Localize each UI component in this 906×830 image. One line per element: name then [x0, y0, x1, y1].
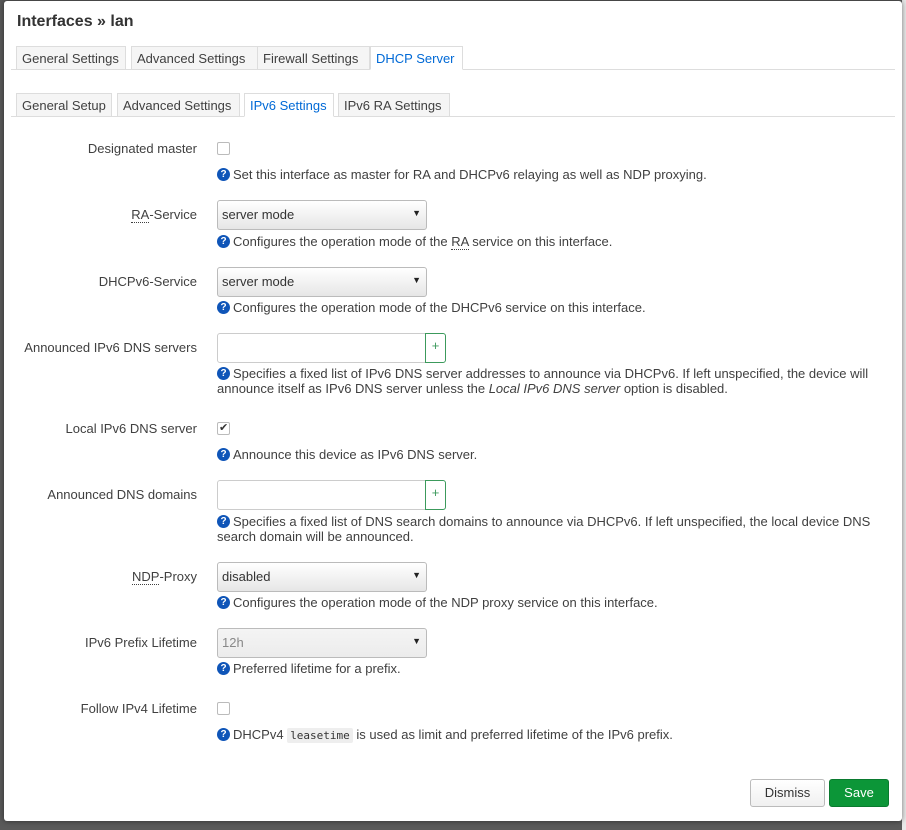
tab-dhcp-server[interactable]: DHCP Server: [370, 46, 463, 70]
dhcpv6-service-help: ? Configures the operation mode of the DH…: [217, 300, 877, 315]
tab-firewall-settings[interactable]: Firewall Settings: [257, 46, 370, 70]
subtab-general-setup[interactable]: General Setup: [16, 93, 112, 117]
save-button[interactable]: Save: [829, 779, 889, 807]
subtab-ipv6-ra-settings[interactable]: IPv6 RA Settings: [338, 93, 450, 117]
ndp-proxy-help: ? Configures the operation mode of the ND…: [217, 595, 877, 610]
follow-ipv4-label: Follow IPv4 Lifetime: [80, 701, 197, 716]
prefix-lifetime-label: IPv6 Prefix Lifetime: [85, 635, 197, 650]
question-circle-icon: ?: [217, 367, 230, 380]
tab-general-settings[interactable]: General Settings: [16, 46, 126, 70]
modal-dialog: Interfaces » lan General Settings Advanc…: [4, 1, 902, 821]
designated-master-label: Designated master: [87, 141, 197, 156]
announced-dns-domains-input[interactable]: [217, 480, 426, 510]
caret-down-icon: ▼: [412, 570, 421, 580]
caret-down-icon: ▼: [412, 208, 421, 218]
announced-dns-servers-label: Announced IPv6 DNS servers: [24, 340, 197, 355]
local-dns-server-help: ? Announce this device as IPv6 DNS server…: [217, 447, 877, 462]
ndp-proxy-label: NDP-Proxy: [131, 569, 197, 585]
ra-service-help: ? Configures the operation mode of the RA…: [217, 234, 877, 250]
question-circle-icon: ?: [217, 596, 230, 609]
question-circle-icon: ?: [217, 301, 230, 314]
announced-dns-domains-add-button[interactable]: +: [425, 480, 446, 510]
checkmark-icon: ✔: [219, 422, 229, 434]
tab-advanced-settings[interactable]: Advanced Settings: [131, 46, 258, 70]
local-dns-server-label: Local IPv6 DNS server: [65, 421, 198, 436]
dhcpv6-service-label: DHCPv6-Service: [98, 274, 197, 289]
follow-ipv4-checkbox[interactable]: [217, 702, 230, 715]
designated-master-checkbox[interactable]: [217, 142, 230, 155]
modal-title: Interfaces » lan: [17, 13, 134, 30]
announced-dns-domains-help: ? Specifies a fixed list of DNS search do…: [217, 514, 871, 544]
prefix-lifetime-select[interactable]: 12h ▼: [217, 628, 427, 658]
caret-down-icon: ▼: [412, 636, 421, 646]
question-circle-icon: ?: [217, 448, 230, 461]
main-tabbar: General Settings Advanced Settings Firew…: [11, 45, 895, 70]
ra-service-select[interactable]: server mode ▼: [217, 200, 427, 230]
question-circle-icon: ?: [217, 662, 230, 675]
sub-tabbar: General Setup Advanced Settings IPv6 Set…: [11, 92, 895, 117]
question-circle-icon: ?: [217, 515, 230, 528]
announced-dns-servers-help: ? Specifies a fixed list of IPv6 DNS serv…: [217, 366, 869, 396]
dismiss-button[interactable]: Dismiss: [750, 779, 825, 807]
backdrop-edge-right: [902, 0, 906, 830]
question-circle-icon: ?: [217, 168, 230, 181]
ndp-proxy-select[interactable]: disabled ▼: [217, 562, 427, 592]
subtab-ipv6-settings[interactable]: IPv6 Settings: [244, 93, 334, 117]
question-circle-icon: ?: [217, 728, 230, 741]
announced-dns-servers-input[interactable]: [217, 333, 426, 363]
ra-service-label: RA-Service: [131, 207, 197, 223]
follow-ipv4-help: ? DHCPv4 leasetime is used as limit and p…: [217, 727, 877, 743]
subtab-advanced-settings[interactable]: Advanced Settings: [117, 93, 240, 117]
caret-down-icon: ▼: [412, 275, 421, 285]
designated-master-help: ? Set this interface as master for RA and…: [217, 167, 877, 182]
announced-dns-domains-label: Announced DNS domains: [47, 487, 197, 502]
dhcpv6-service-select[interactable]: server mode ▼: [217, 267, 427, 297]
announced-dns-servers-add-button[interactable]: +: [425, 333, 446, 363]
prefix-lifetime-help: ? Preferred lifetime for a prefix.: [217, 661, 877, 676]
local-dns-server-checkbox[interactable]: ✔: [217, 422, 230, 435]
question-circle-icon: ?: [217, 235, 230, 248]
